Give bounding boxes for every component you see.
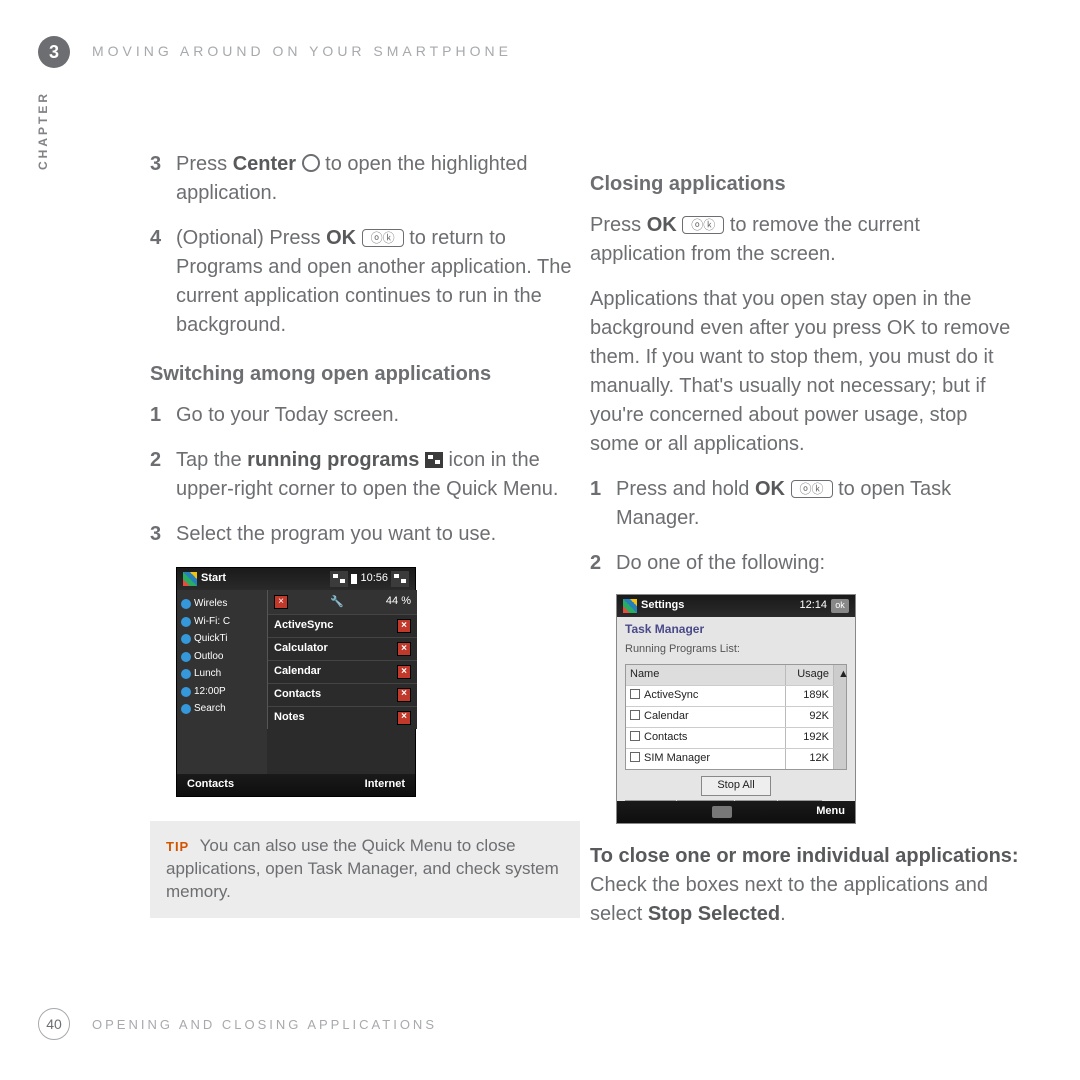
- close-icon: ×: [397, 711, 411, 725]
- center-circle-icon: [302, 154, 320, 172]
- s1-clock: 10:56: [360, 571, 388, 587]
- task-manager-subtitle: Running Programs List:: [617, 642, 855, 664]
- task-manager-table: Name Usage ▲ ActiveSync189KCalendar92KCo…: [625, 664, 847, 770]
- tip-box: TIP You can also use the Quick Menu to c…: [150, 821, 580, 918]
- footer-section: OPENING AND CLOSING APPLICATIONS: [92, 1017, 437, 1032]
- close-icon: ×: [397, 688, 411, 702]
- running-programs-icon: [425, 452, 443, 468]
- chapter-vertical-label: CHAPTER: [36, 91, 50, 170]
- app-icon: [181, 687, 191, 697]
- running-head: MOVING AROUND ON YOUR SMARTPHONE: [92, 43, 512, 59]
- app-icon: [181, 634, 191, 644]
- s2-clock: 12:14: [799, 598, 827, 614]
- close-individual-para: To close one or more individual applicat…: [590, 842, 1020, 929]
- numbered-step: 1Press and hold OK ⓞⓚ to open Task Manag…: [590, 475, 1020, 533]
- app-icon: [181, 652, 191, 662]
- quick-menu-item: ActiveSync×: [268, 614, 417, 637]
- s1-softkey-right: Internet: [365, 777, 405, 793]
- left-column: 3Press Center to open the highlighted ap…: [150, 150, 580, 918]
- scrollbar-up-icon: ▲: [834, 665, 846, 685]
- task-row: Contacts192K: [626, 727, 846, 748]
- today-item: 12:00P: [181, 685, 263, 700]
- wrench-icon: 🔧: [330, 595, 344, 609]
- checkbox: [630, 710, 640, 720]
- s1-start-label: Start: [201, 571, 226, 587]
- numbered-step: 3Select the program you want to use.: [150, 520, 580, 549]
- checkbox: [630, 752, 640, 762]
- today-item: Outloo: [181, 650, 263, 665]
- ok-key-icon: ⓞⓚ: [362, 229, 404, 247]
- stop-all-button: Stop All: [701, 776, 771, 796]
- running-programs-icon: [330, 571, 348, 587]
- quick-menu-item: Calculator×: [268, 637, 417, 660]
- screenshot-quick-menu: Start 10:56 Wireles Wi-Fi: C QuickTi Outloo…: [176, 567, 416, 797]
- today-item: QuickTi: [181, 632, 263, 647]
- s1-battery: 44 %: [386, 594, 411, 610]
- closing-para-1: Press OK ⓞⓚ to remove the current applic…: [590, 211, 1020, 269]
- numbered-step: 3Press Center to open the highlighted ap…: [150, 150, 580, 208]
- task-row: SIM Manager12K: [626, 748, 846, 769]
- close-icon: ×: [397, 642, 411, 656]
- close-icon: ×: [397, 619, 411, 633]
- quick-menu-item: Notes×: [268, 706, 417, 729]
- s2-titlebar: Settings: [641, 598, 684, 614]
- ok-button-icon: ok: [831, 599, 849, 613]
- s1-quick-menu-panel: × 🔧 44 % ActiveSync×Calculator×Calendar×…: [267, 590, 417, 729]
- close-icon: ×: [274, 595, 288, 609]
- numbered-step: 1Go to your Today screen.: [150, 401, 580, 430]
- s1-softkey-left: Contacts: [187, 777, 234, 793]
- manual-page: 3 MOVING AROUND ON YOUR SMARTPHONE CHAPT…: [0, 0, 1080, 1080]
- today-item: Lunch: [181, 667, 263, 682]
- quick-menu-item: Contacts×: [268, 683, 417, 706]
- windows-flag-icon: [623, 599, 637, 613]
- checkbox: [630, 731, 640, 741]
- numbered-step: 4(Optional) Press OK ⓞⓚ to return to Pro…: [150, 224, 580, 340]
- checkbox: [630, 689, 640, 699]
- s2-softkey-right: Menu: [816, 804, 845, 820]
- screenshot-task-manager: Settings 12:14 ok Task Manager Running P…: [616, 594, 856, 824]
- chapter-number-badge: 3: [38, 36, 70, 68]
- s1-status-bar: Start 10:56: [177, 568, 415, 590]
- heading-closing: Closing applications: [590, 170, 1020, 199]
- heading-switching: Switching among open applications: [150, 360, 580, 389]
- app-icon: [181, 669, 191, 679]
- ok-key-icon: ⓞⓚ: [791, 480, 833, 498]
- quick-menu-icon: [391, 571, 409, 587]
- keyboard-icon: [712, 806, 732, 818]
- closing-para-2: Applications that you open stay open in …: [590, 285, 1020, 459]
- signal-icon: [351, 574, 357, 584]
- numbered-step: 2Do one of the following:: [590, 549, 1020, 578]
- today-item: Wi-Fi: C: [181, 615, 263, 630]
- page-number-badge: 40: [38, 1008, 70, 1040]
- col-usage: Usage: [786, 665, 834, 685]
- today-item: Wireles: [181, 597, 263, 612]
- app-icon: [181, 617, 191, 627]
- col-name: Name: [626, 665, 786, 685]
- windows-flag-icon: [183, 572, 197, 586]
- app-icon: [181, 599, 191, 609]
- s1-today-items: Wireles Wi-Fi: C QuickTi Outloo Lunch 12:00P S…: [177, 590, 267, 776]
- task-manager-title: Task Manager: [617, 617, 855, 642]
- task-row: Calendar92K: [626, 706, 846, 727]
- today-item: Search: [181, 702, 263, 717]
- app-icon: [181, 704, 191, 714]
- right-column: Closing applications Press OK ⓞⓚ to remo…: [590, 150, 1020, 945]
- numbered-step: 2Tap the running programs icon in the up…: [150, 446, 580, 504]
- close-icon: ×: [397, 665, 411, 679]
- ok-key-icon: ⓞⓚ: [682, 216, 724, 234]
- tip-label: TIP: [166, 839, 189, 854]
- quick-menu-item: Calendar×: [268, 660, 417, 683]
- task-row: ActiveSync189K: [626, 685, 846, 706]
- tip-text: You can also use the Quick Menu to close…: [166, 836, 559, 901]
